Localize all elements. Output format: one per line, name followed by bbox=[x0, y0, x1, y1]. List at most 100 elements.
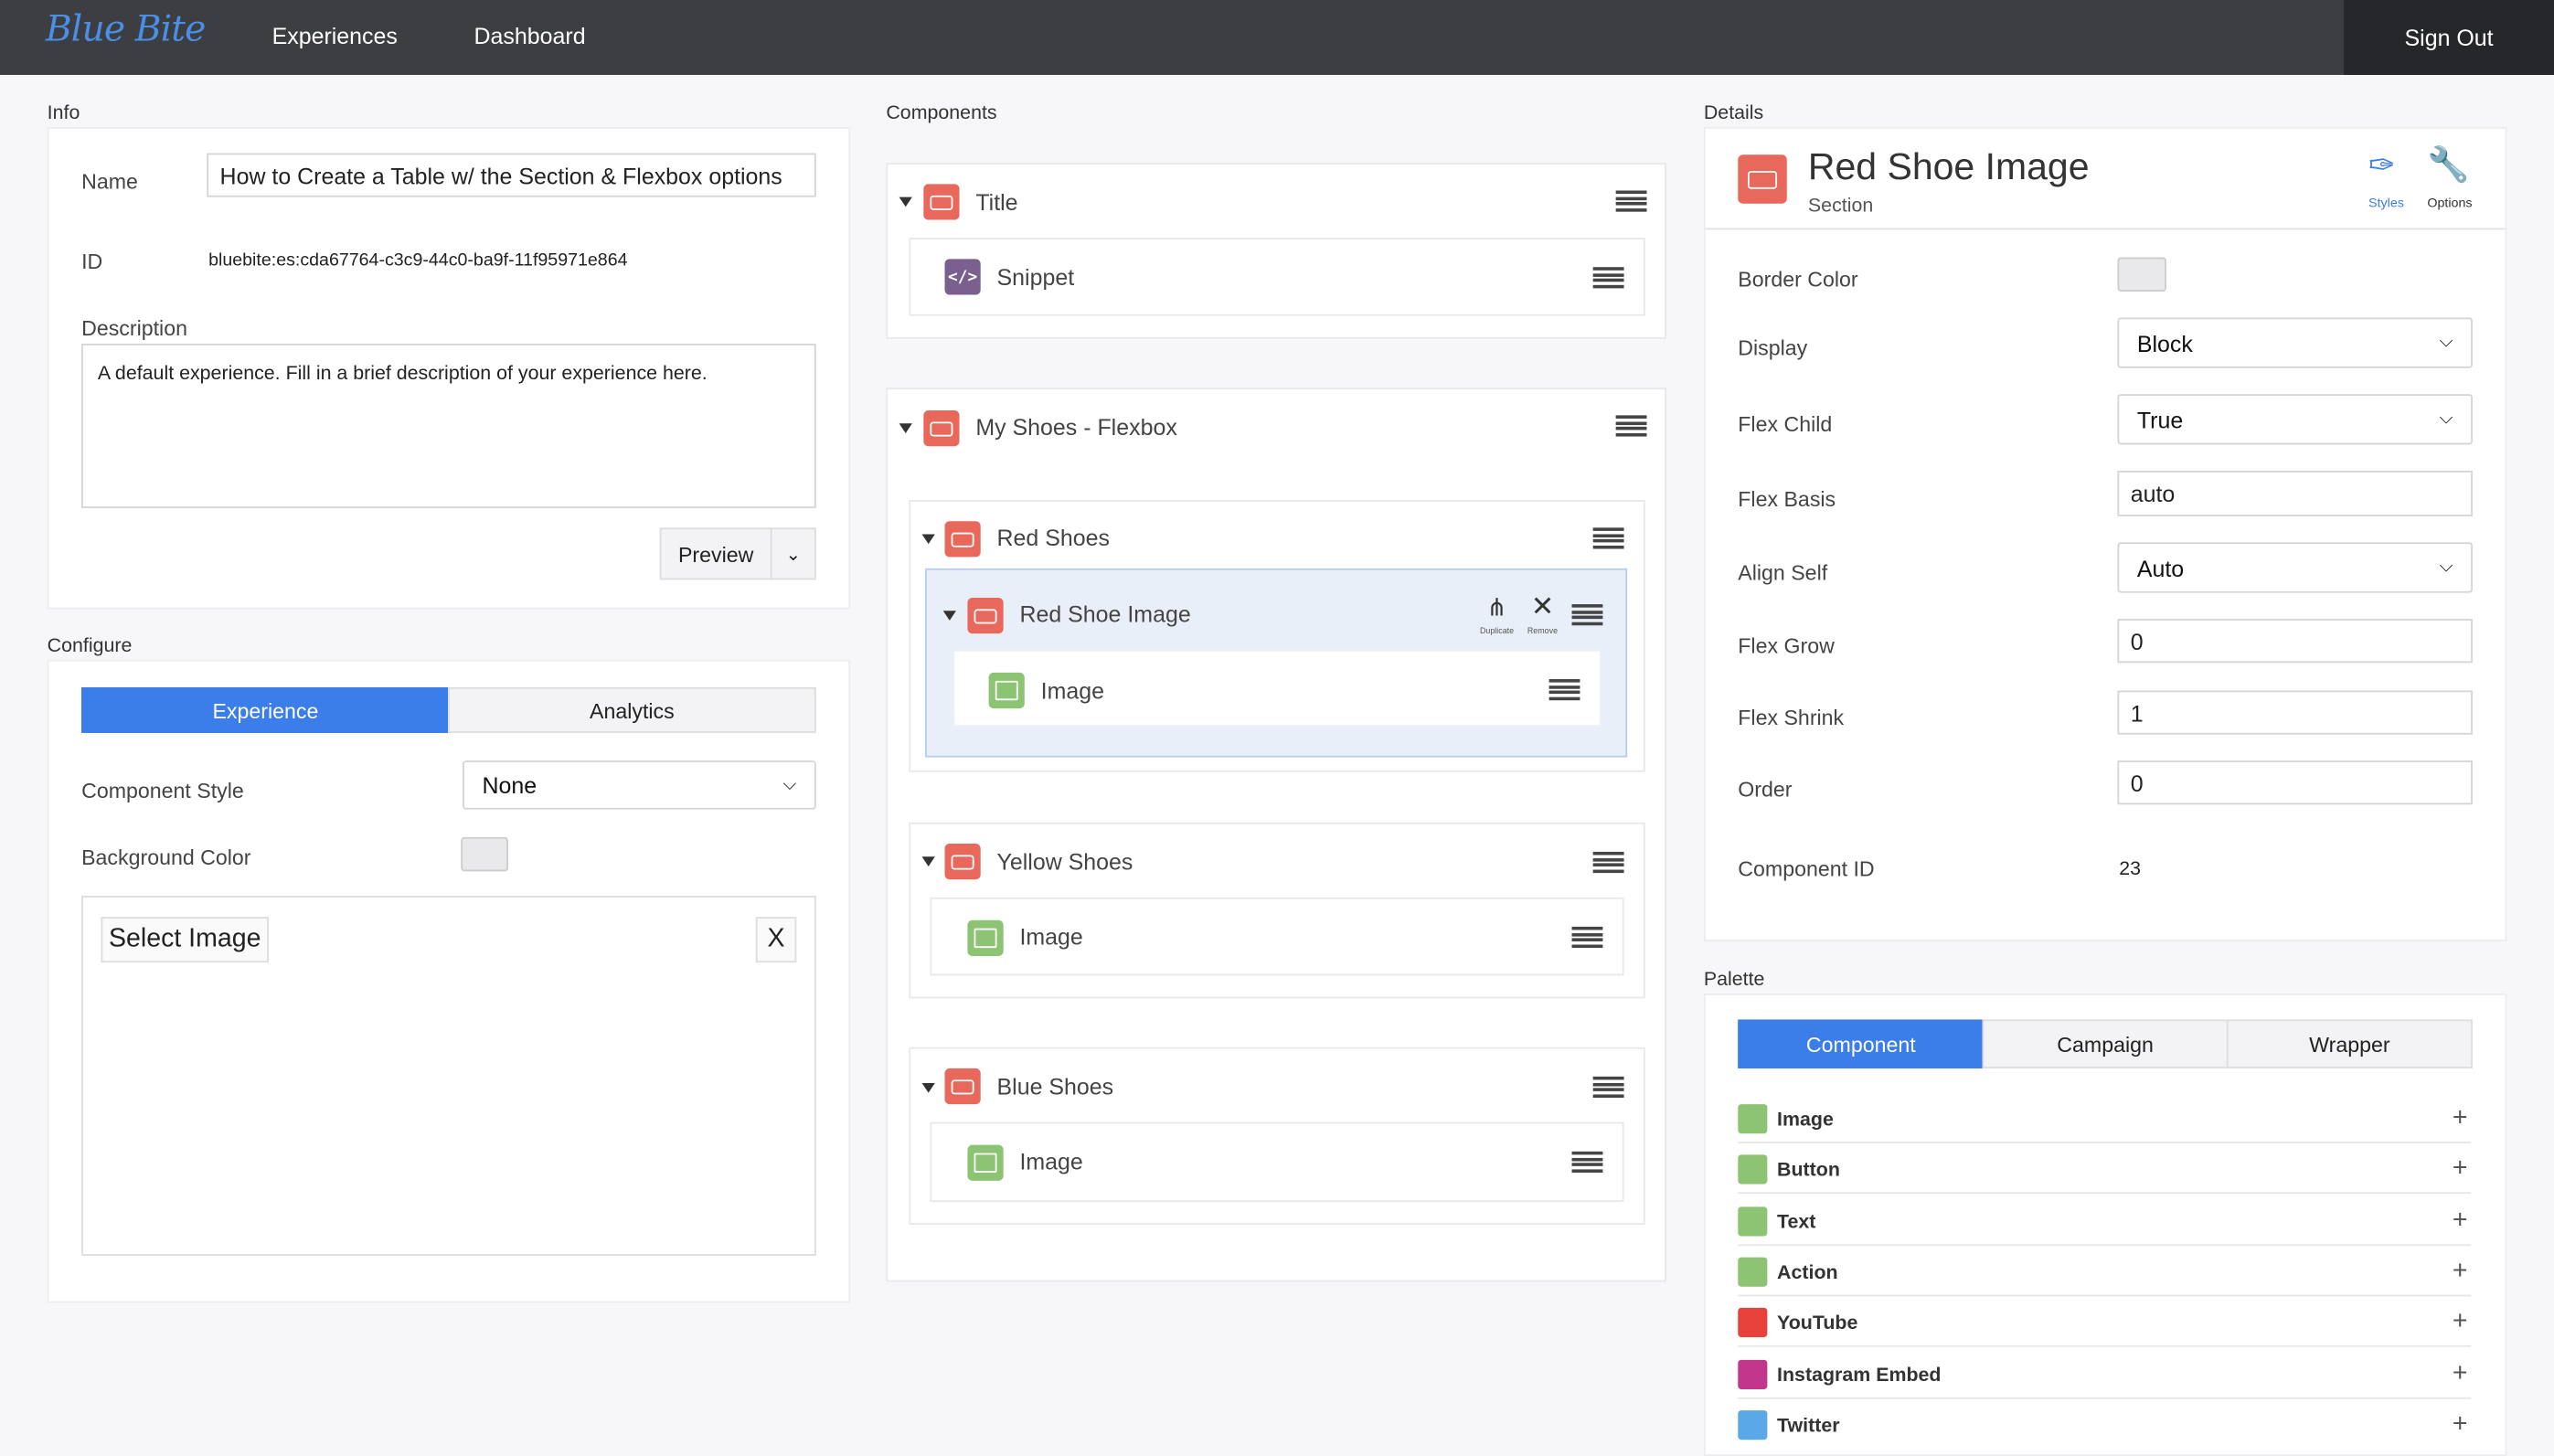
display-value: Block bbox=[2136, 329, 2193, 356]
tab-analytics[interactable]: Analytics bbox=[448, 686, 816, 733]
palette-item-action[interactable]: Action + bbox=[1738, 1248, 2472, 1297]
collapse-caret-icon[interactable] bbox=[899, 197, 912, 207]
chevron-down-icon: ⌄ bbox=[785, 545, 801, 565]
flex-basis-input[interactable]: auto bbox=[2117, 470, 2473, 516]
blue-shoes-label[interactable]: Blue Shoes bbox=[997, 1073, 1114, 1100]
palette-item-twitter[interactable]: Twitter + bbox=[1738, 1400, 2471, 1449]
drag-handle-icon[interactable] bbox=[1571, 604, 1603, 626]
chevron-down-icon: ⌵ bbox=[2439, 332, 2453, 352]
image-label[interactable]: Image bbox=[1041, 677, 1104, 704]
flex-shrink-input[interactable]: 1 bbox=[2117, 690, 2473, 735]
preview-dropdown-button[interactable]: ⌄ bbox=[770, 527, 816, 580]
action-icon bbox=[1738, 1256, 1768, 1286]
image-icon bbox=[967, 919, 1004, 956]
section-icon bbox=[1738, 154, 1787, 204]
info-section-title: Info bbox=[47, 101, 80, 124]
flex-grow-input[interactable]: 0 bbox=[2117, 619, 2473, 664]
order-label: Order bbox=[1738, 776, 1793, 802]
drag-handle-icon[interactable] bbox=[1615, 415, 1647, 437]
drag-handle-icon[interactable] bbox=[1592, 851, 1624, 874]
plus-icon[interactable]: + bbox=[2453, 1307, 2468, 1336]
section-icon bbox=[944, 844, 981, 880]
component-style-value: None bbox=[482, 771, 537, 799]
palette-item-text[interactable]: Text + bbox=[1738, 1197, 2472, 1247]
collapse-caret-icon[interactable] bbox=[899, 423, 912, 433]
palette-section-title: Palette bbox=[1703, 967, 1765, 991]
component-title-label[interactable]: Title bbox=[975, 189, 1017, 216]
preview-button[interactable]: Preview bbox=[659, 527, 772, 580]
border-color-label: Border Color bbox=[1738, 267, 1858, 292]
styles-tab-label[interactable]: Styles bbox=[2362, 196, 2410, 210]
nav-dashboard[interactable]: Dashboard bbox=[474, 23, 586, 49]
palette-item-label: YouTube bbox=[1777, 1310, 1858, 1334]
palette-tab-wrapper[interactable]: Wrapper bbox=[2226, 1019, 2473, 1068]
collapse-caret-icon[interactable] bbox=[921, 534, 935, 545]
drag-handle-icon[interactable] bbox=[1592, 527, 1624, 549]
align-self-select[interactable]: Auto ⌵ bbox=[2117, 542, 2473, 593]
text-icon bbox=[1738, 1206, 1768, 1236]
background-color-swatch[interactable] bbox=[461, 836, 508, 872]
plus-icon[interactable]: + bbox=[2453, 1359, 2468, 1388]
border-color-swatch[interactable] bbox=[2117, 257, 2166, 292]
sign-out-button[interactable]: Sign Out bbox=[2344, 0, 2554, 75]
palette-item-youtube[interactable]: YouTube + bbox=[1738, 1298, 2472, 1347]
duplicate-label: Duplicate bbox=[1479, 627, 1515, 637]
palette-item-label: Text bbox=[1777, 1209, 1816, 1233]
id-label: ID bbox=[81, 249, 103, 274]
palette-item-button[interactable]: Button + bbox=[1738, 1145, 2472, 1195]
drag-handle-icon[interactable] bbox=[1615, 190, 1647, 212]
logo[interactable]: Blue Bite bbox=[46, 10, 206, 51]
details-title: Red Shoe Image bbox=[1807, 144, 2090, 187]
section-icon bbox=[944, 521, 981, 558]
component-id-label: Component ID bbox=[1738, 856, 1875, 882]
collapse-caret-icon[interactable] bbox=[942, 611, 956, 621]
red-shoe-image-label[interactable]: Red Shoe Image bbox=[1019, 601, 1190, 628]
remove-icon[interactable]: ✕ bbox=[1521, 593, 1563, 621]
plus-icon[interactable]: + bbox=[2453, 1410, 2468, 1440]
palette-item-label: Image bbox=[1777, 1106, 1834, 1130]
name-input[interactable]: How to Create a Table w/ the Section & F… bbox=[207, 153, 816, 197]
flex-grow-label: Flex Grow bbox=[1738, 633, 1835, 658]
red-shoes-label[interactable]: Red Shoes bbox=[997, 525, 1110, 551]
yellow-shoes-label[interactable]: Yellow Shoes bbox=[997, 848, 1133, 875]
palette-item-instagram-embed[interactable]: Instagram Embed + bbox=[1738, 1350, 2472, 1399]
chevron-down-icon: ⌵ bbox=[2439, 557, 2453, 577]
youtube-icon bbox=[1738, 1306, 1768, 1337]
plus-icon[interactable]: + bbox=[2453, 1153, 2468, 1183]
palette-tab-campaign[interactable]: Campaign bbox=[1982, 1019, 2229, 1068]
plus-icon[interactable]: + bbox=[2453, 1206, 2468, 1235]
configure-section-title: Configure bbox=[47, 633, 133, 657]
select-image-button[interactable]: Select Image bbox=[101, 917, 270, 963]
image-label[interactable]: Image bbox=[1019, 1148, 1082, 1174]
chevron-down-icon: ⌵ bbox=[782, 774, 797, 794]
collapse-caret-icon[interactable] bbox=[921, 856, 935, 866]
flex-child-select[interactable]: True ⌵ bbox=[2117, 394, 2473, 445]
flexbox-label[interactable]: My Shoes - Flexbox bbox=[975, 414, 1176, 441]
drag-handle-icon[interactable] bbox=[1571, 1151, 1603, 1173]
description-label: Description bbox=[81, 315, 187, 341]
palette-item-image[interactable]: Image + bbox=[1738, 1094, 2472, 1143]
clear-image-button[interactable]: X bbox=[755, 917, 797, 963]
duplicate-icon[interactable]: ⋔ bbox=[1475, 596, 1517, 621]
button-icon bbox=[1738, 1153, 1768, 1184]
drag-handle-icon[interactable] bbox=[1592, 267, 1624, 289]
tab-experience[interactable]: Experience bbox=[81, 686, 450, 733]
component-style-select[interactable]: None ⌵ bbox=[463, 760, 816, 810]
drag-handle-icon[interactable] bbox=[1571, 926, 1603, 949]
snippet-label[interactable]: Snippet bbox=[997, 264, 1075, 291]
order-input[interactable]: 0 bbox=[2117, 760, 2473, 805]
drag-handle-icon[interactable] bbox=[1548, 679, 1580, 701]
image-label[interactable]: Image bbox=[1019, 923, 1082, 950]
plus-icon[interactable]: + bbox=[2453, 1103, 2468, 1132]
collapse-caret-icon[interactable] bbox=[921, 1082, 935, 1093]
display-select[interactable]: Block ⌵ bbox=[2117, 317, 2473, 368]
options-tab-label[interactable]: Options bbox=[2422, 196, 2478, 210]
description-textarea[interactable]: A default experience. Fill in a brief de… bbox=[81, 343, 816, 508]
brush-icon[interactable]: ✑ bbox=[2368, 150, 2396, 183]
nav-experiences[interactable]: Experiences bbox=[272, 23, 398, 49]
image-icon bbox=[988, 672, 1025, 709]
drag-handle-icon[interactable] bbox=[1592, 1076, 1624, 1098]
wrench-icon[interactable]: 🔧 bbox=[2427, 148, 2470, 182]
palette-tab-component[interactable]: Component bbox=[1738, 1019, 1985, 1068]
plus-icon[interactable]: + bbox=[2453, 1257, 2468, 1286]
